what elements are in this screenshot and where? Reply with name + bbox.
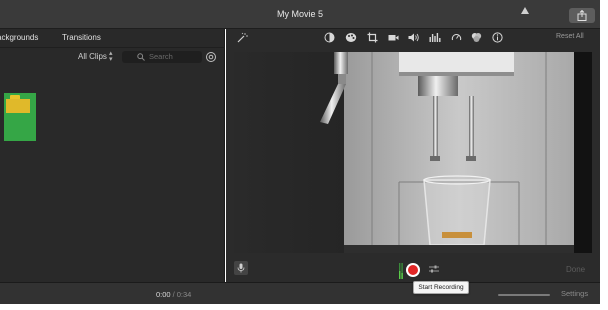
- microphone-icon: [237, 263, 245, 273]
- tab-transitions[interactable]: Transitions: [62, 33, 101, 42]
- search-field[interactable]: Search: [122, 51, 202, 63]
- speed-icon[interactable]: [451, 32, 462, 43]
- settings-button[interactable]: Settings: [561, 289, 588, 298]
- record-tooltip: Start Recording: [413, 281, 469, 294]
- browser-tabs: ackgrounds Transitions: [0, 29, 225, 47]
- media-browser: ackgrounds Transitions All Clips ▴ ▾ Sear…: [0, 29, 225, 282]
- window-title: My Movie 5: [276, 9, 323, 19]
- crop-icon[interactable]: [367, 32, 378, 43]
- total-time: 0:34: [176, 290, 192, 299]
- chevron-updown-icon[interactable]: ▴ ▾: [109, 50, 113, 63]
- time-separator: /: [172, 290, 175, 299]
- voiceover-options-icon[interactable]: [429, 265, 439, 273]
- share-button[interactable]: [569, 8, 595, 23]
- background-thumbnail[interactable]: [4, 93, 36, 141]
- zoom-slider-track[interactable]: [498, 294, 550, 296]
- voiceover-controls: Done: [226, 257, 600, 282]
- color-correction-icon[interactable]: [345, 32, 357, 43]
- timeline-toolbar: 0:00/0:34 Settings: [0, 282, 600, 304]
- playhead-time: 0:00/0:34: [156, 290, 191, 299]
- search-icon: [137, 53, 145, 61]
- video-preview[interactable]: [234, 52, 592, 253]
- clip-filter-select[interactable]: All Clips: [78, 52, 107, 61]
- zoom-slider-thumb[interactable]: [521, 7, 529, 14]
- clip-filter-icon[interactable]: [471, 32, 482, 43]
- done-button[interactable]: Done: [566, 265, 585, 274]
- gear-icon[interactable]: [205, 51, 217, 63]
- share-icon: [577, 10, 587, 21]
- tab-backgrounds[interactable]: ackgrounds: [0, 33, 38, 42]
- color-balance-icon[interactable]: [324, 32, 335, 43]
- title-bar: My Movie 5: [0, 0, 600, 29]
- coffee-machine-frame: [234, 52, 592, 253]
- browser-filter-bar: All Clips ▴ ▾ Search: [0, 47, 225, 67]
- noise-reduction-icon[interactable]: [429, 32, 441, 43]
- imovie-window: My Movie 5 ackgrounds Transitions All Cl…: [0, 0, 608, 310]
- info-icon[interactable]: [492, 32, 503, 43]
- volume-icon[interactable]: [408, 32, 420, 43]
- magic-wand-icon[interactable]: [236, 32, 248, 44]
- viewer-panel: Reset All Done: [226, 29, 600, 282]
- current-time: 0:00: [156, 290, 171, 299]
- reset-all-button[interactable]: Reset All: [556, 33, 584, 40]
- microphone-button[interactable]: [234, 261, 248, 275]
- record-button[interactable]: [406, 263, 420, 277]
- record-icon: [408, 265, 418, 275]
- stabilization-icon[interactable]: [388, 32, 399, 43]
- search-placeholder: Search: [149, 52, 173, 61]
- adjustment-toolbar: Reset All: [226, 29, 600, 47]
- audio-level-meter: [399, 263, 403, 279]
